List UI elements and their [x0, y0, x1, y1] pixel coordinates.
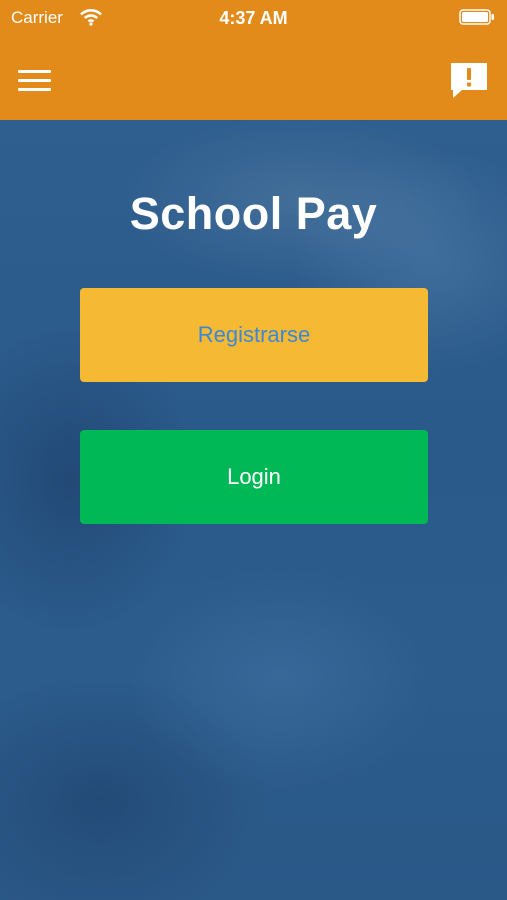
register-button[interactable]: Registrarse: [80, 288, 428, 382]
header: Carrier 4:37 AM: [0, 0, 507, 120]
status-time: 4:37 AM: [219, 8, 288, 28]
status-bar: Carrier 4:37 AM: [0, 0, 507, 36]
hamburger-menu-icon[interactable]: [16, 64, 56, 100]
app-title: School Pay: [129, 188, 378, 239]
battery-icon: [459, 9, 494, 25]
login-button[interactable]: Login: [80, 430, 428, 524]
alert-speech-bubble-icon[interactable]: [448, 60, 490, 102]
app-screen: Carrier 4:37 AM School Pay Registrarse L…: [0, 0, 507, 900]
